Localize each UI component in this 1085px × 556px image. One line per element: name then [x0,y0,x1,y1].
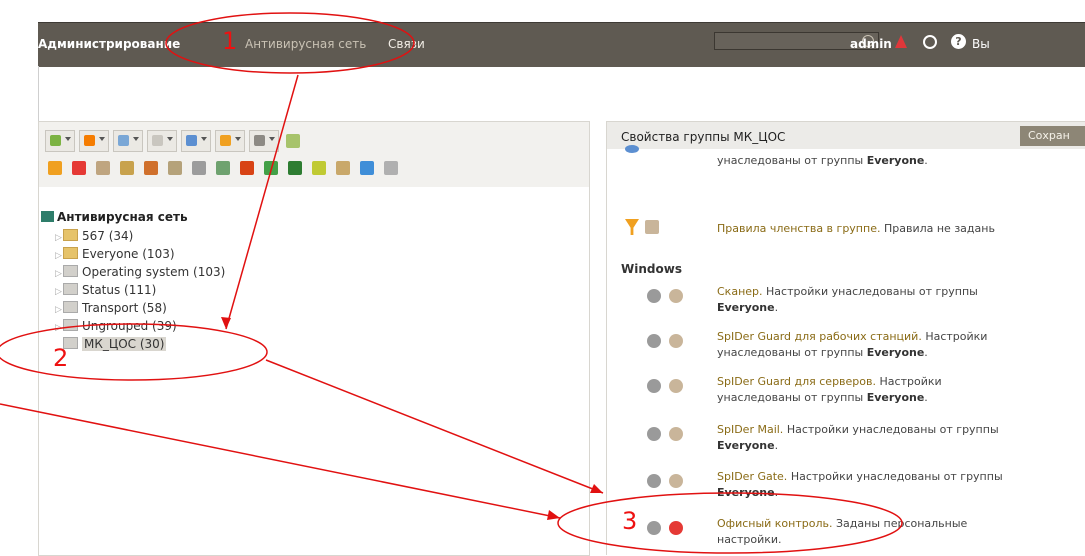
status-icon[interactable] [309,158,329,178]
network-icon [41,211,54,222]
link-icon[interactable] [647,521,661,535]
tree-item[interactable]: ▷ Transport (58) [55,301,167,315]
tools-menu-button[interactable] [113,130,143,152]
setting-guard-servers: SpIDer Guard для серверов. Настройки уна… [717,375,942,404]
group-icon[interactable] [117,158,137,178]
toolbar-row-top [45,130,303,152]
settings-icon[interactable] [669,289,683,303]
view-menu-button[interactable] [249,130,279,152]
tree-item[interactable]: ▷ Ungrouped (39) [55,319,177,333]
expand-icon[interactable]: ▷ [55,323,63,333]
link-icon[interactable] [647,334,661,348]
properties-list: унаследованы от группы Everyone. Правила… [606,145,1085,555]
group-remove-icon[interactable] [141,158,161,178]
tree-item-selected[interactable]: МК_ЦОС (30) [55,337,167,351]
tree-item[interactable]: ▷ Everyone (103) [55,247,175,261]
link-icon[interactable] [647,427,661,441]
policy-icon [645,220,659,234]
top-navigation-area: Администрирование Антивирусная сеть Связ… [0,0,1085,67]
settings-icon[interactable] [669,334,683,348]
favorites-menu-button[interactable] [45,130,75,152]
user-name[interactable]: admin [850,37,892,51]
tree-view-icon[interactable] [283,131,303,151]
settings-icon[interactable] [669,379,683,393]
install-icon[interactable] [213,158,233,178]
expand-icon[interactable]: ▷ [55,287,63,297]
link-icon[interactable] [647,379,661,393]
callout-number-3: 3 [622,507,638,535]
merge-icon[interactable] [165,158,185,178]
component-icon [625,145,639,153]
tree-item[interactable]: ▷ Status (111) [55,283,156,297]
folder-icon [63,301,78,313]
folder-icon [63,265,78,277]
scan-icon[interactable] [285,158,305,178]
add-menu-button[interactable] [79,130,109,152]
help-icon[interactable]: ? [951,34,966,49]
nav-antivirus-network[interactable]: Антивирусная сеть [245,37,366,51]
folder-icon [63,319,78,331]
delete-icon[interactable] [69,158,89,178]
link-icon[interactable] [647,474,661,488]
restart-icon[interactable] [237,158,257,178]
expand-icon[interactable]: ▷ [55,269,63,279]
network-toolbar [38,121,590,189]
setting-guard-workstations: SpIDer Guard для рабочих станций. Настро… [717,330,988,359]
setting-spider-mail: SpIDer Mail. Настройки унаследованы от г… [717,423,999,452]
components-menu-button[interactable] [181,130,211,152]
callout-number-2: 2 [53,344,69,372]
archive-icon[interactable] [333,158,353,178]
nav-administration[interactable]: Администрирование [38,37,180,51]
tree-item[interactable]: ▷ 567 (34) [55,229,133,243]
membership-rules: Правила членства в группе. Правила не за… [717,222,995,235]
alert-icon[interactable] [895,35,907,48]
folder-icon [63,229,78,241]
nav-relations[interactable]: Связи [388,37,425,51]
edit-icon[interactable] [45,158,65,178]
exit-link[interactable]: Вы [972,37,990,51]
partial-setting: унаследованы от группы Everyone. [717,154,928,167]
tree-item[interactable]: ▷ Operating system (103) [55,265,225,279]
properties-header: Свойства группы МК_ЦОС Сохран [606,121,1085,151]
link-icon[interactable] [647,289,661,303]
arrow-2-head [590,484,603,493]
tree-root[interactable]: Антивирусная сеть [41,210,188,224]
expand-icon[interactable]: ▷ [55,233,63,243]
expand-icon[interactable]: ▷ [55,305,63,315]
filter-icon [625,219,639,235]
settings-icon[interactable] [669,427,683,441]
group-properties-panel: Свойства группы МК_ЦОС Сохран унаследова… [606,121,1085,555]
setting-scanner: Сканер. Настройки унаследованы от группы… [717,285,978,314]
membership-rules-link[interactable]: Правила членства в группе. [717,222,880,235]
expand-icon[interactable]: ▷ [55,251,63,261]
setting-spider-gate: SpIDer Gate. Настройки унаследованы от г… [717,470,1003,499]
custom-settings-icon[interactable] [669,521,683,535]
policy-icon[interactable] [93,158,113,178]
settings-link-icon[interactable] [189,158,209,178]
properties-title: Свойства группы МК_ЦОС [621,130,786,144]
update-icon[interactable] [261,158,281,178]
toolbar-row-bottom [45,158,401,178]
folder-icon [63,283,78,295]
callout-number-1: 1 [222,27,238,55]
sort-icon[interactable] [381,158,401,178]
tasks-menu-button[interactable] [147,130,177,152]
save-button[interactable]: Сохран [1020,126,1085,146]
settings-icon[interactable] [669,474,683,488]
section-windows: Windows [621,262,682,276]
export-icon[interactable] [357,158,377,178]
folder-icon [63,247,78,259]
gear-icon[interactable] [923,35,937,49]
setting-office-control: Офисный контроль. Заданы персональные на… [717,517,968,546]
top-navigation-bar: Администрирование Антивирусная сеть Связ… [38,22,1085,67]
search-menu-button[interactable] [215,130,245,152]
